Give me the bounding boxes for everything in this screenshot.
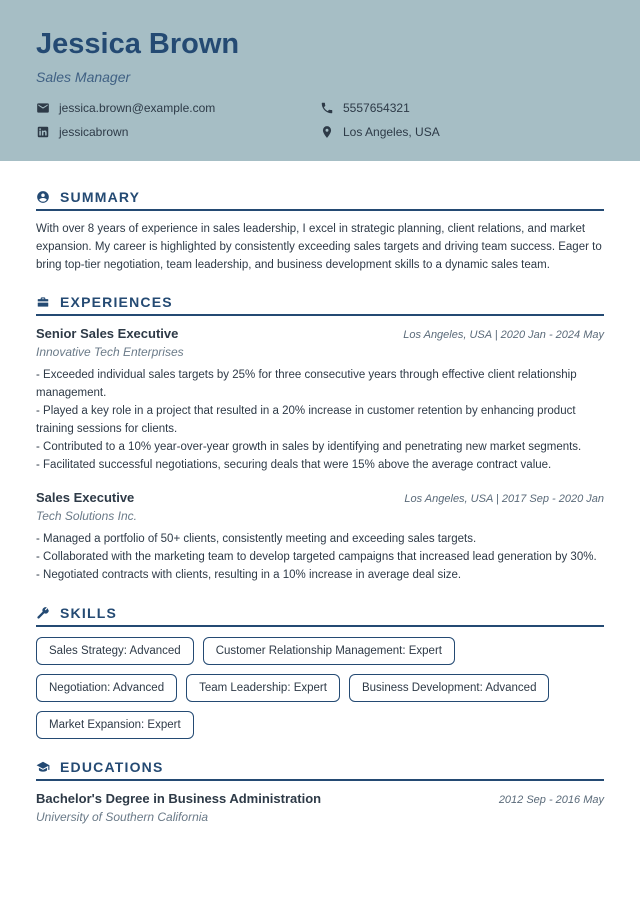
job-title: Sales Manager [36,69,604,85]
contact-phone: 5557654321 [320,101,604,115]
skill-chip: Negotiation: Advanced [36,674,177,702]
contact-grid: jessica.brown@example.com 5557654321 jes… [36,101,604,139]
contact-linkedin: jessicabrown [36,125,320,139]
education-degree: Bachelor's Degree in Business Administra… [36,791,321,806]
job-position: Senior Sales Executive [36,326,178,341]
job-header: Sales Executive Los Angeles, USA | 2017 S… [36,490,604,505]
experiences-title: EXPERIENCES [60,294,173,310]
experiences-heading: EXPERIENCES [36,294,604,316]
education-school: University of Southern California [36,810,604,824]
education-title: EDUCATIONS [60,759,164,775]
contact-location: Los Angeles, USA [320,125,604,139]
job-position: Sales Executive [36,490,134,505]
summary-section: SUMMARY With over 8 years of experience … [36,189,604,274]
education-section: EDUCATIONS Bachelor's Degree in Business… [36,759,604,824]
job-entry: Senior Sales Executive Los Angeles, USA |… [36,326,604,474]
education-dates: 2012 Sep - 2016 May [499,794,604,806]
person-icon [36,190,50,204]
job-bullet: - Collaborated with the marketing team t… [36,549,604,567]
skill-chip: Market Expansion: Expert [36,711,194,739]
summary-heading: SUMMARY [36,189,604,211]
summary-text: With over 8 years of experience in sales… [36,221,604,274]
job-bullet: - Negotiated contracts with clients, res… [36,567,604,585]
job-header: Senior Sales Executive Los Angeles, USA |… [36,326,604,341]
skill-chip: Customer Relationship Management: Expert [203,637,455,665]
job-company: Innovative Tech Enterprises [36,345,604,359]
summary-title: SUMMARY [60,189,140,205]
job-meta: Los Angeles, USA | 2020 Jan - 2024 May [403,329,604,341]
job-bullet: - Facilitated successful negotiations, s… [36,457,604,475]
email-text: jessica.brown@example.com [59,101,215,115]
phone-text: 5557654321 [343,101,410,115]
skill-chip: Sales Strategy: Advanced [36,637,194,665]
person-name: Jessica Brown [36,28,604,61]
skill-chip: Business Development: Advanced [349,674,550,702]
experiences-section: EXPERIENCES Senior Sales Executive Los An… [36,294,604,584]
graduation-cap-icon [36,760,50,774]
location-text: Los Angeles, USA [343,125,440,139]
education-heading: EDUCATIONS [36,759,604,781]
skill-chip: Team Leadership: Expert [186,674,340,702]
job-entry: Sales Executive Los Angeles, USA | 2017 S… [36,490,604,584]
skills-list: Sales Strategy: Advanced Customer Relatio… [36,637,604,739]
email-icon [36,101,50,115]
contact-email: jessica.brown@example.com [36,101,320,115]
job-bullet: - Managed a portfolio of 50+ clients, co… [36,531,604,549]
job-bullet: - Played a key role in a project that re… [36,403,604,439]
phone-icon [320,101,334,115]
job-bullet: - Contributed to a 10% year-over-year gr… [36,439,604,457]
resume-body: SUMMARY With over 8 years of experience … [0,161,640,852]
skills-title: SKILLS [60,605,117,621]
wrench-icon [36,606,50,620]
location-icon [320,125,334,139]
job-company: Tech Solutions Inc. [36,509,604,523]
skills-section: SKILLS Sales Strategy: Advanced Customer … [36,605,604,739]
linkedin-icon [36,125,50,139]
education-row: Bachelor's Degree in Business Administra… [36,791,604,806]
skills-heading: SKILLS [36,605,604,627]
linkedin-text: jessicabrown [59,125,128,139]
resume-header: Jessica Brown Sales Manager jessica.brow… [0,0,640,161]
job-bullet: - Exceeded individual sales targets by 2… [36,367,604,403]
job-meta: Los Angeles, USA | 2017 Sep - 2020 Jan [404,493,604,505]
briefcase-icon [36,295,50,309]
